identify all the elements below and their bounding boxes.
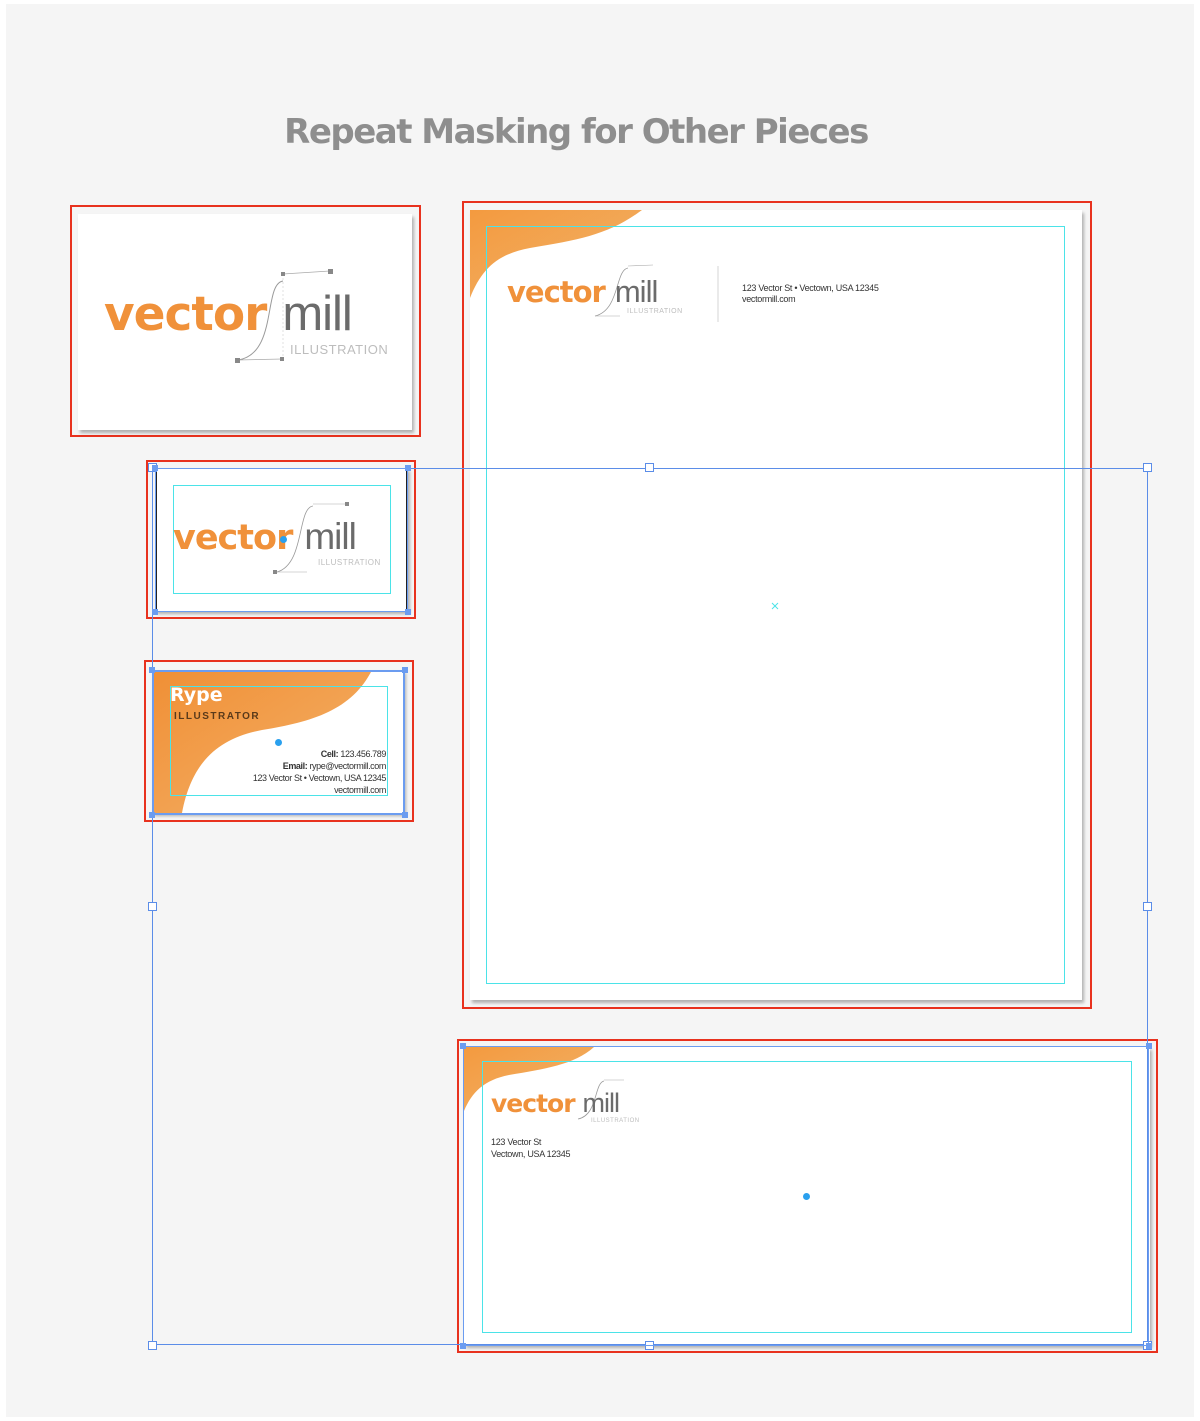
selection-handle-icon bbox=[149, 667, 155, 673]
logo-word-mill: mill bbox=[282, 287, 352, 341]
letterhead-logo: vector mill ILLUSTRATION bbox=[507, 274, 683, 315]
card-back-object-bounds bbox=[152, 670, 405, 815]
logo-card[interactable]: vector mill ILLUSTRATION bbox=[78, 214, 412, 430]
selection-handle-icon bbox=[402, 812, 408, 818]
selection-handle-icon bbox=[405, 465, 411, 471]
logo-word-vector: vector bbox=[104, 287, 267, 342]
vectormill-logo: vector mill ILLUSTRATION bbox=[104, 286, 388, 357]
envelope-object-bounds bbox=[463, 1046, 1149, 1346]
selection-handle-icon bbox=[152, 465, 158, 471]
selection-handle-icon bbox=[402, 667, 408, 673]
selection-handle-icon bbox=[1146, 1343, 1152, 1349]
page-title: Repeat Masking for Other Pieces bbox=[284, 112, 869, 152]
card-front-object-bounds bbox=[155, 468, 408, 612]
selection-handle-icon bbox=[460, 1043, 466, 1049]
selection-handle-icon[interactable] bbox=[1143, 902, 1152, 911]
selection-handle-icon[interactable] bbox=[148, 1341, 157, 1350]
selection-handle-icon[interactable] bbox=[645, 463, 654, 472]
selection-handle-icon bbox=[405, 609, 411, 615]
selection-handle-icon bbox=[149, 812, 155, 818]
selection-handle-icon[interactable] bbox=[148, 902, 157, 911]
selection-handle-icon bbox=[460, 1343, 466, 1349]
selection-handle-icon bbox=[152, 609, 158, 615]
selection-handle-icon[interactable] bbox=[1143, 463, 1152, 472]
letterhead-address: 123 Vector St • Vectown, USA 12345 bbox=[742, 283, 879, 293]
selection-handle-icon bbox=[1146, 1043, 1152, 1049]
letterhead-website: vectormill.com bbox=[742, 294, 796, 304]
logo-tagline: ILLUSTRATION bbox=[290, 342, 389, 357]
